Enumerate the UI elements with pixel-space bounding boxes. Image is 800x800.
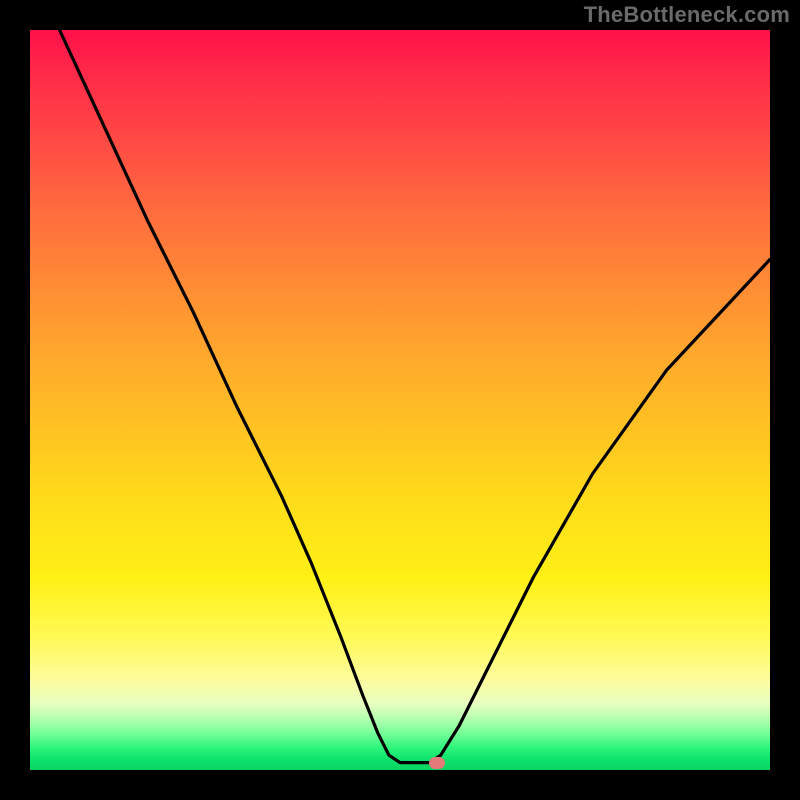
watermark-text: TheBottleneck.com (584, 2, 790, 28)
chart-frame: TheBottleneck.com (0, 0, 800, 800)
optimal-point-marker (429, 757, 445, 769)
plot-area (30, 30, 770, 770)
bottleneck-curve (30, 30, 770, 770)
